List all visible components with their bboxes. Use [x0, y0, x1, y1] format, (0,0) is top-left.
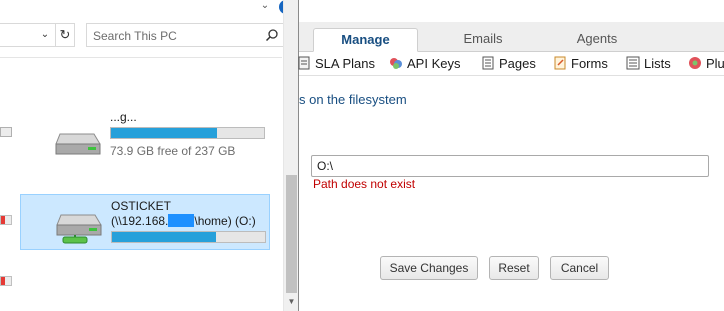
subnav-sla-plans[interactable]: SLA Plans [297, 56, 375, 74]
scrollbar-thumb[interactable] [286, 175, 297, 293]
redaction-block [168, 214, 195, 227]
tab-manage[interactable]: Manage [313, 28, 418, 52]
subnav-plugins[interactable]: Plu [688, 56, 724, 74]
cancel-button[interactable]: Cancel [550, 256, 609, 280]
drive-name: ...g... [110, 110, 137, 124]
subnav-forms[interactable]: Forms [553, 56, 608, 74]
save-changes-button[interactable]: Save Changes [380, 256, 478, 280]
filesystem-path-input[interactable] [311, 155, 709, 177]
subnav-api-keys[interactable]: API Keys [389, 56, 460, 74]
subnav-pages[interactable]: Pages [481, 56, 536, 74]
sla-icon [298, 56, 310, 70]
subnav-label: SLA Plans [315, 56, 375, 71]
subnav-label: Plu [706, 56, 724, 71]
subnav-label: API Keys [407, 56, 461, 71]
subnav-label: Pages [499, 56, 536, 71]
list-icon [626, 56, 640, 70]
subnav-lists[interactable]: Lists [626, 56, 671, 74]
key-icon [390, 58, 402, 69]
drive-path: (\\192.168. \home) (O:) [111, 214, 256, 228]
form-icon [554, 56, 566, 70]
screen: ⌄ ? ⌄ ↻ Search This PC ...g... [0, 0, 724, 311]
subnav-label: Forms [571, 56, 608, 71]
ribbon-bar: ⌄ ? [0, 0, 298, 18]
hard-drive-icon [55, 133, 101, 155]
plugin-icon [689, 57, 701, 69]
divider [0, 57, 282, 58]
drive-item-osticket[interactable]: OSTICKET (\\192.168. \home) (O:) [20, 194, 270, 250]
drive-usage-fill [111, 128, 217, 138]
refresh-icon: ↻ [59, 27, 71, 42]
drive-path-suffix: \home) (O:) [194, 214, 256, 228]
page-icon [482, 56, 494, 70]
vertical-scrollbar[interactable]: ▼ [283, 0, 298, 311]
main-tabs: Manage Emails Agents [299, 22, 724, 52]
sub-navigation: SLA Plans API Keys Pages Forms Lists Plu [297, 52, 724, 76]
tab-agents[interactable]: Agents [557, 28, 637, 52]
page-header [299, 0, 724, 22]
partial-drive-icon[interactable] [0, 127, 12, 137]
reset-button[interactable]: Reset [489, 256, 539, 280]
drive-usage-bar [110, 127, 265, 139]
address-dropdown-icon[interactable]: ⌄ [38, 28, 52, 42]
scroll-down-arrow-icon[interactable]: ▼ [286, 296, 297, 308]
drive-path-prefix: (\\192.168. [111, 214, 169, 228]
chevron-down-icon[interactable]: ⌄ [258, 0, 272, 14]
drive-usage-fill [112, 232, 217, 242]
osticket-admin-page: Manage Emails Agents SLA Plans API Keys … [297, 0, 724, 311]
file-explorer-window: ⌄ ? ⌄ ↻ Search This PC ...g... [0, 0, 298, 311]
drive-usage-bar [111, 231, 266, 243]
refresh-button[interactable]: ↻ [55, 23, 75, 47]
drive-free-space: 73.9 GB free of 237 GB [110, 144, 236, 158]
partial-drive-icon[interactable] [0, 215, 12, 225]
subnav-label: Lists [644, 56, 671, 71]
search-icon [265, 29, 278, 42]
search-input[interactable]: Search This PC [86, 23, 286, 47]
partial-drive-icon[interactable] [0, 276, 12, 286]
path-error-message: Path does not exist [313, 177, 416, 191]
network-drive-icon [56, 214, 102, 244]
page-title: s on the filesystem [299, 92, 407, 107]
drive-name: OSTICKET [111, 199, 172, 213]
drive-item-local[interactable]: ...g... 73.9 GB free of 237 GB [20, 106, 270, 162]
tab-emails[interactable]: Emails [443, 28, 523, 52]
search-placeholder: Search This PC [93, 29, 177, 43]
